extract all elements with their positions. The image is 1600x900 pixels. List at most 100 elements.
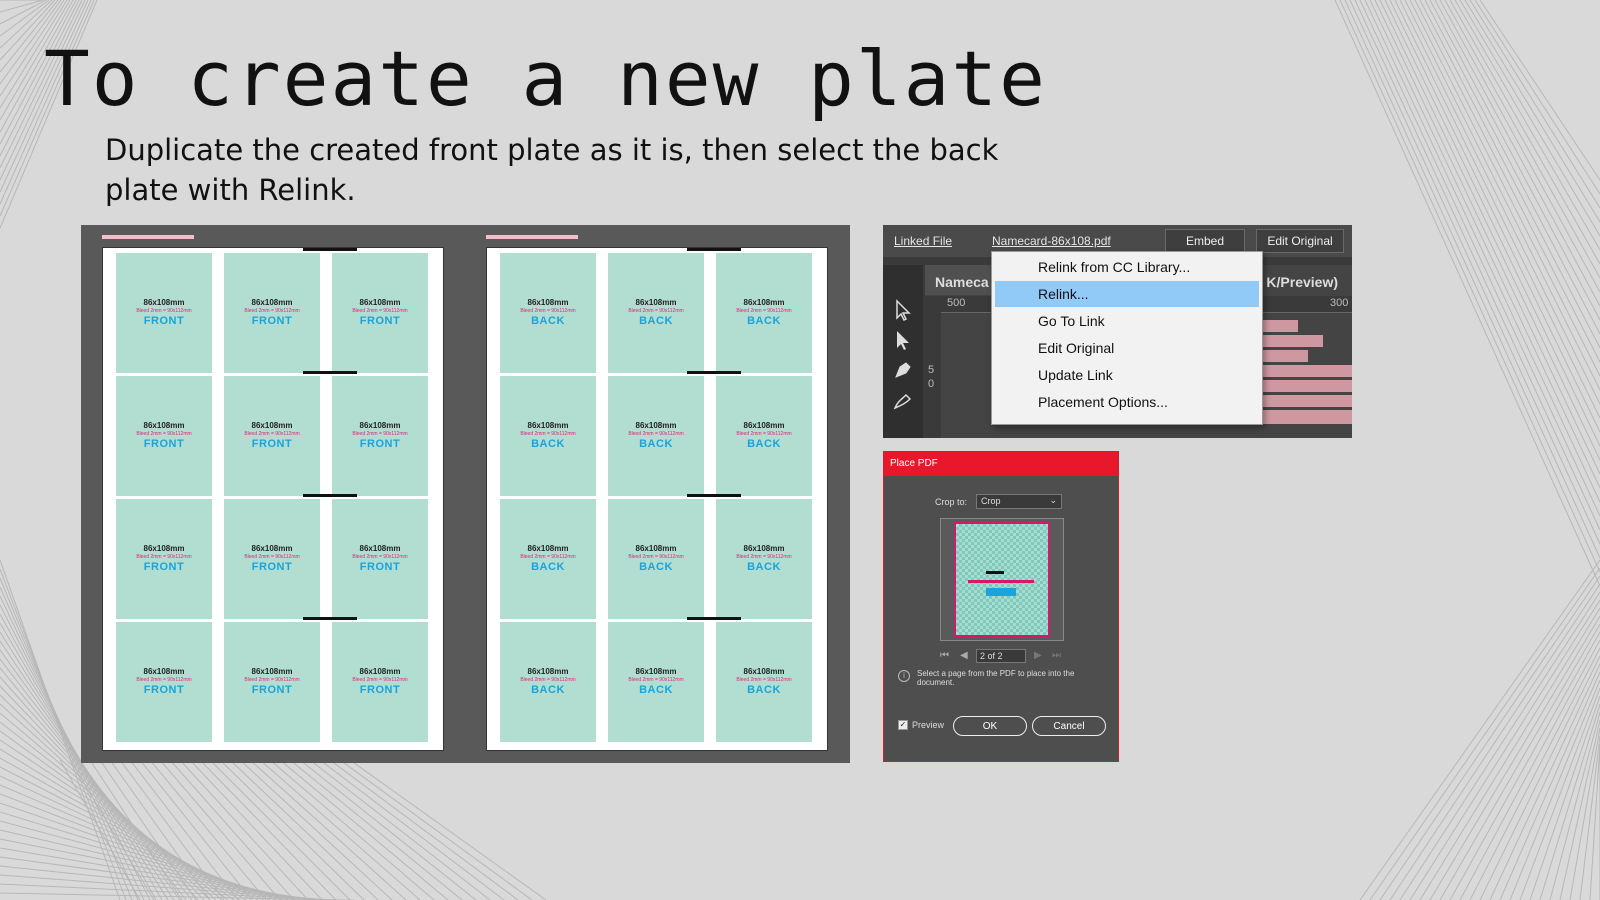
- crop-select[interactable]: Crop ⌄: [976, 494, 1062, 509]
- card-back: 86x108mm Bleed 2mm = 90x112mm BACK: [500, 622, 596, 742]
- card-side-label: BACK: [747, 315, 781, 327]
- crop-value: Crop: [981, 496, 1001, 506]
- linked-file-name[interactable]: Namecard-86x108.pdf: [992, 234, 1111, 248]
- card-dimension: 86x108mm: [527, 544, 569, 553]
- menu-item-update-link[interactable]: Update Link: [995, 362, 1259, 388]
- front-plate-sheet: 86x108mm Bleed 2mm = 90x112mm FRONT 86x108m…: [102, 247, 444, 751]
- card-bleed: Bleed 2mm = 90x112mm: [244, 677, 300, 683]
- background-line: [1449, 0, 1600, 265]
- background-line: [1379, 0, 1600, 461]
- card-bleed: Bleed 2mm = 90x112mm: [628, 554, 684, 560]
- cancel-button[interactable]: Cancel: [1032, 716, 1106, 736]
- card-dimension: 86x108mm: [143, 298, 185, 307]
- background-line: [1369, 567, 1600, 900]
- preview-checkbox[interactable]: ✓: [898, 720, 908, 730]
- ruler-label: 300: [1330, 297, 1349, 309]
- card-bleed: Bleed 2mm = 90x112mm: [736, 677, 792, 683]
- last-page-icon[interactable]: ⏭: [1052, 649, 1061, 663]
- page-number-field[interactable]: 2 of 2: [976, 649, 1026, 663]
- background-line: [1364, 0, 1600, 503]
- background-line: [1489, 663, 1600, 900]
- background-line: [1454, 0, 1600, 251]
- card-front: 86x108mm Bleed 2mm = 90x112mm FRONT: [332, 253, 428, 373]
- preview-label: Preview: [912, 720, 945, 730]
- background-line: [1374, 0, 1600, 475]
- info-text-line1: Select a page from the PDF to place into…: [917, 669, 1075, 678]
- card-side-label: FRONT: [251, 438, 293, 450]
- ok-button[interactable]: OK: [953, 716, 1027, 736]
- card-side-label: BACK: [639, 438, 673, 450]
- card-side-label: BACK: [531, 315, 565, 327]
- card-front: 86x108mm Bleed 2mm = 90x112mm FRONT: [332, 622, 428, 742]
- back-plate-sheet: 86x108mm Bleed 2mm = 90x112mm BACK 86x108mm…: [486, 247, 828, 751]
- card-dimension: 86x108mm: [251, 544, 293, 553]
- embed-button[interactable]: Embed: [1165, 229, 1245, 253]
- chevron-down-icon: ⌄: [1049, 495, 1057, 505]
- card-side-label: FRONT: [143, 315, 185, 327]
- background-line: [1539, 703, 1600, 900]
- pdf-page-thumbnail: [954, 522, 1050, 637]
- card-bleed: Bleed 2mm = 90x112mm: [352, 677, 408, 683]
- background-line: [1439, 623, 1600, 900]
- card-bleed: Bleed 2mm = 90x112mm: [244, 431, 300, 437]
- card-front: 86x108mm Bleed 2mm = 90x112mm FRONT: [332, 499, 428, 619]
- menu-item-relink[interactable]: Relink...: [995, 281, 1259, 307]
- background-line: [209, 759, 351, 900]
- card-dimension: 86x108mm: [635, 421, 677, 430]
- card-side-label: BACK: [639, 315, 673, 327]
- card-dimension: 86x108mm: [143, 421, 185, 430]
- crop-mark: [687, 494, 741, 497]
- direct-selection-tool-icon[interactable]: [892, 329, 914, 351]
- background-line: [1334, 0, 1600, 587]
- card-bleed: Bleed 2mm = 90x112mm: [136, 431, 192, 437]
- background-line: [1589, 743, 1600, 900]
- card-dimension: 86x108mm: [635, 667, 677, 676]
- pencil-tool-icon[interactable]: [892, 389, 914, 411]
- background-line: [1444, 0, 1600, 279]
- slide-title: To create a new plate: [44, 34, 1047, 123]
- card-side-label: FRONT: [359, 315, 401, 327]
- background-line: [269, 759, 435, 900]
- background-line: [1389, 0, 1600, 433]
- selection-tool-icon[interactable]: [892, 299, 914, 321]
- card-back: 86x108mm Bleed 2mm = 90x112mm BACK: [500, 253, 596, 373]
- card-dimension: 86x108mm: [635, 544, 677, 553]
- card-dimension: 86x108mm: [251, 421, 293, 430]
- card-dimension: 86x108mm: [527, 421, 569, 430]
- background-line: [1414, 0, 1600, 363]
- card-dimension: 86x108mm: [743, 421, 785, 430]
- card-dimension: 86x108mm: [143, 544, 185, 553]
- edit-original-button[interactable]: Edit Original: [1256, 229, 1344, 253]
- card-bleed: Bleed 2mm = 90x112mm: [736, 554, 792, 560]
- card-bleed: Bleed 2mm = 90x112mm: [736, 431, 792, 437]
- card-bleed: Bleed 2mm = 90x112mm: [628, 431, 684, 437]
- menu-item-go-to-link[interactable]: Go To Link: [995, 308, 1259, 334]
- card-back: 86x108mm Bleed 2mm = 90x112mm BACK: [608, 499, 704, 619]
- next-page-icon[interactable]: ▶: [1034, 649, 1042, 663]
- menu-item-relink-cc-library[interactable]: Relink from CC Library...: [995, 254, 1259, 280]
- card-bleed: Bleed 2mm = 90x112mm: [520, 431, 576, 437]
- first-page-icon[interactable]: ⏮: [940, 649, 949, 663]
- background-line: [0, 883, 337, 900]
- card-dimension: 86x108mm: [743, 544, 785, 553]
- card-back: 86x108mm Bleed 2mm = 90x112mm BACK: [716, 253, 812, 373]
- crop-mark: [303, 371, 357, 374]
- card-side-label: FRONT: [143, 561, 185, 573]
- background-line: [329, 759, 519, 900]
- card-back: 86x108mm Bleed 2mm = 90x112mm BACK: [500, 499, 596, 619]
- card-side-label: FRONT: [359, 438, 401, 450]
- imposition-plates: 86x108mm Bleed 2mm = 90x112mm FRONT 86x108m…: [81, 225, 850, 763]
- card-bleed: Bleed 2mm = 90x112mm: [244, 308, 300, 314]
- background-line: [1479, 0, 1600, 181]
- card-side-label: FRONT: [359, 684, 401, 696]
- pen-tool-icon[interactable]: [892, 359, 914, 381]
- card-side-label: BACK: [747, 684, 781, 696]
- background-line: [1424, 0, 1600, 335]
- card-side-label: BACK: [747, 561, 781, 573]
- previous-page-icon[interactable]: ◀: [960, 649, 968, 663]
- menu-item-placement-options[interactable]: Placement Options...: [995, 389, 1259, 415]
- menu-item-edit-original[interactable]: Edit Original: [995, 335, 1259, 361]
- card-side-label: FRONT: [251, 684, 293, 696]
- card-side-label: BACK: [531, 684, 565, 696]
- document-tab[interactable]: Nameca: [925, 265, 999, 295]
